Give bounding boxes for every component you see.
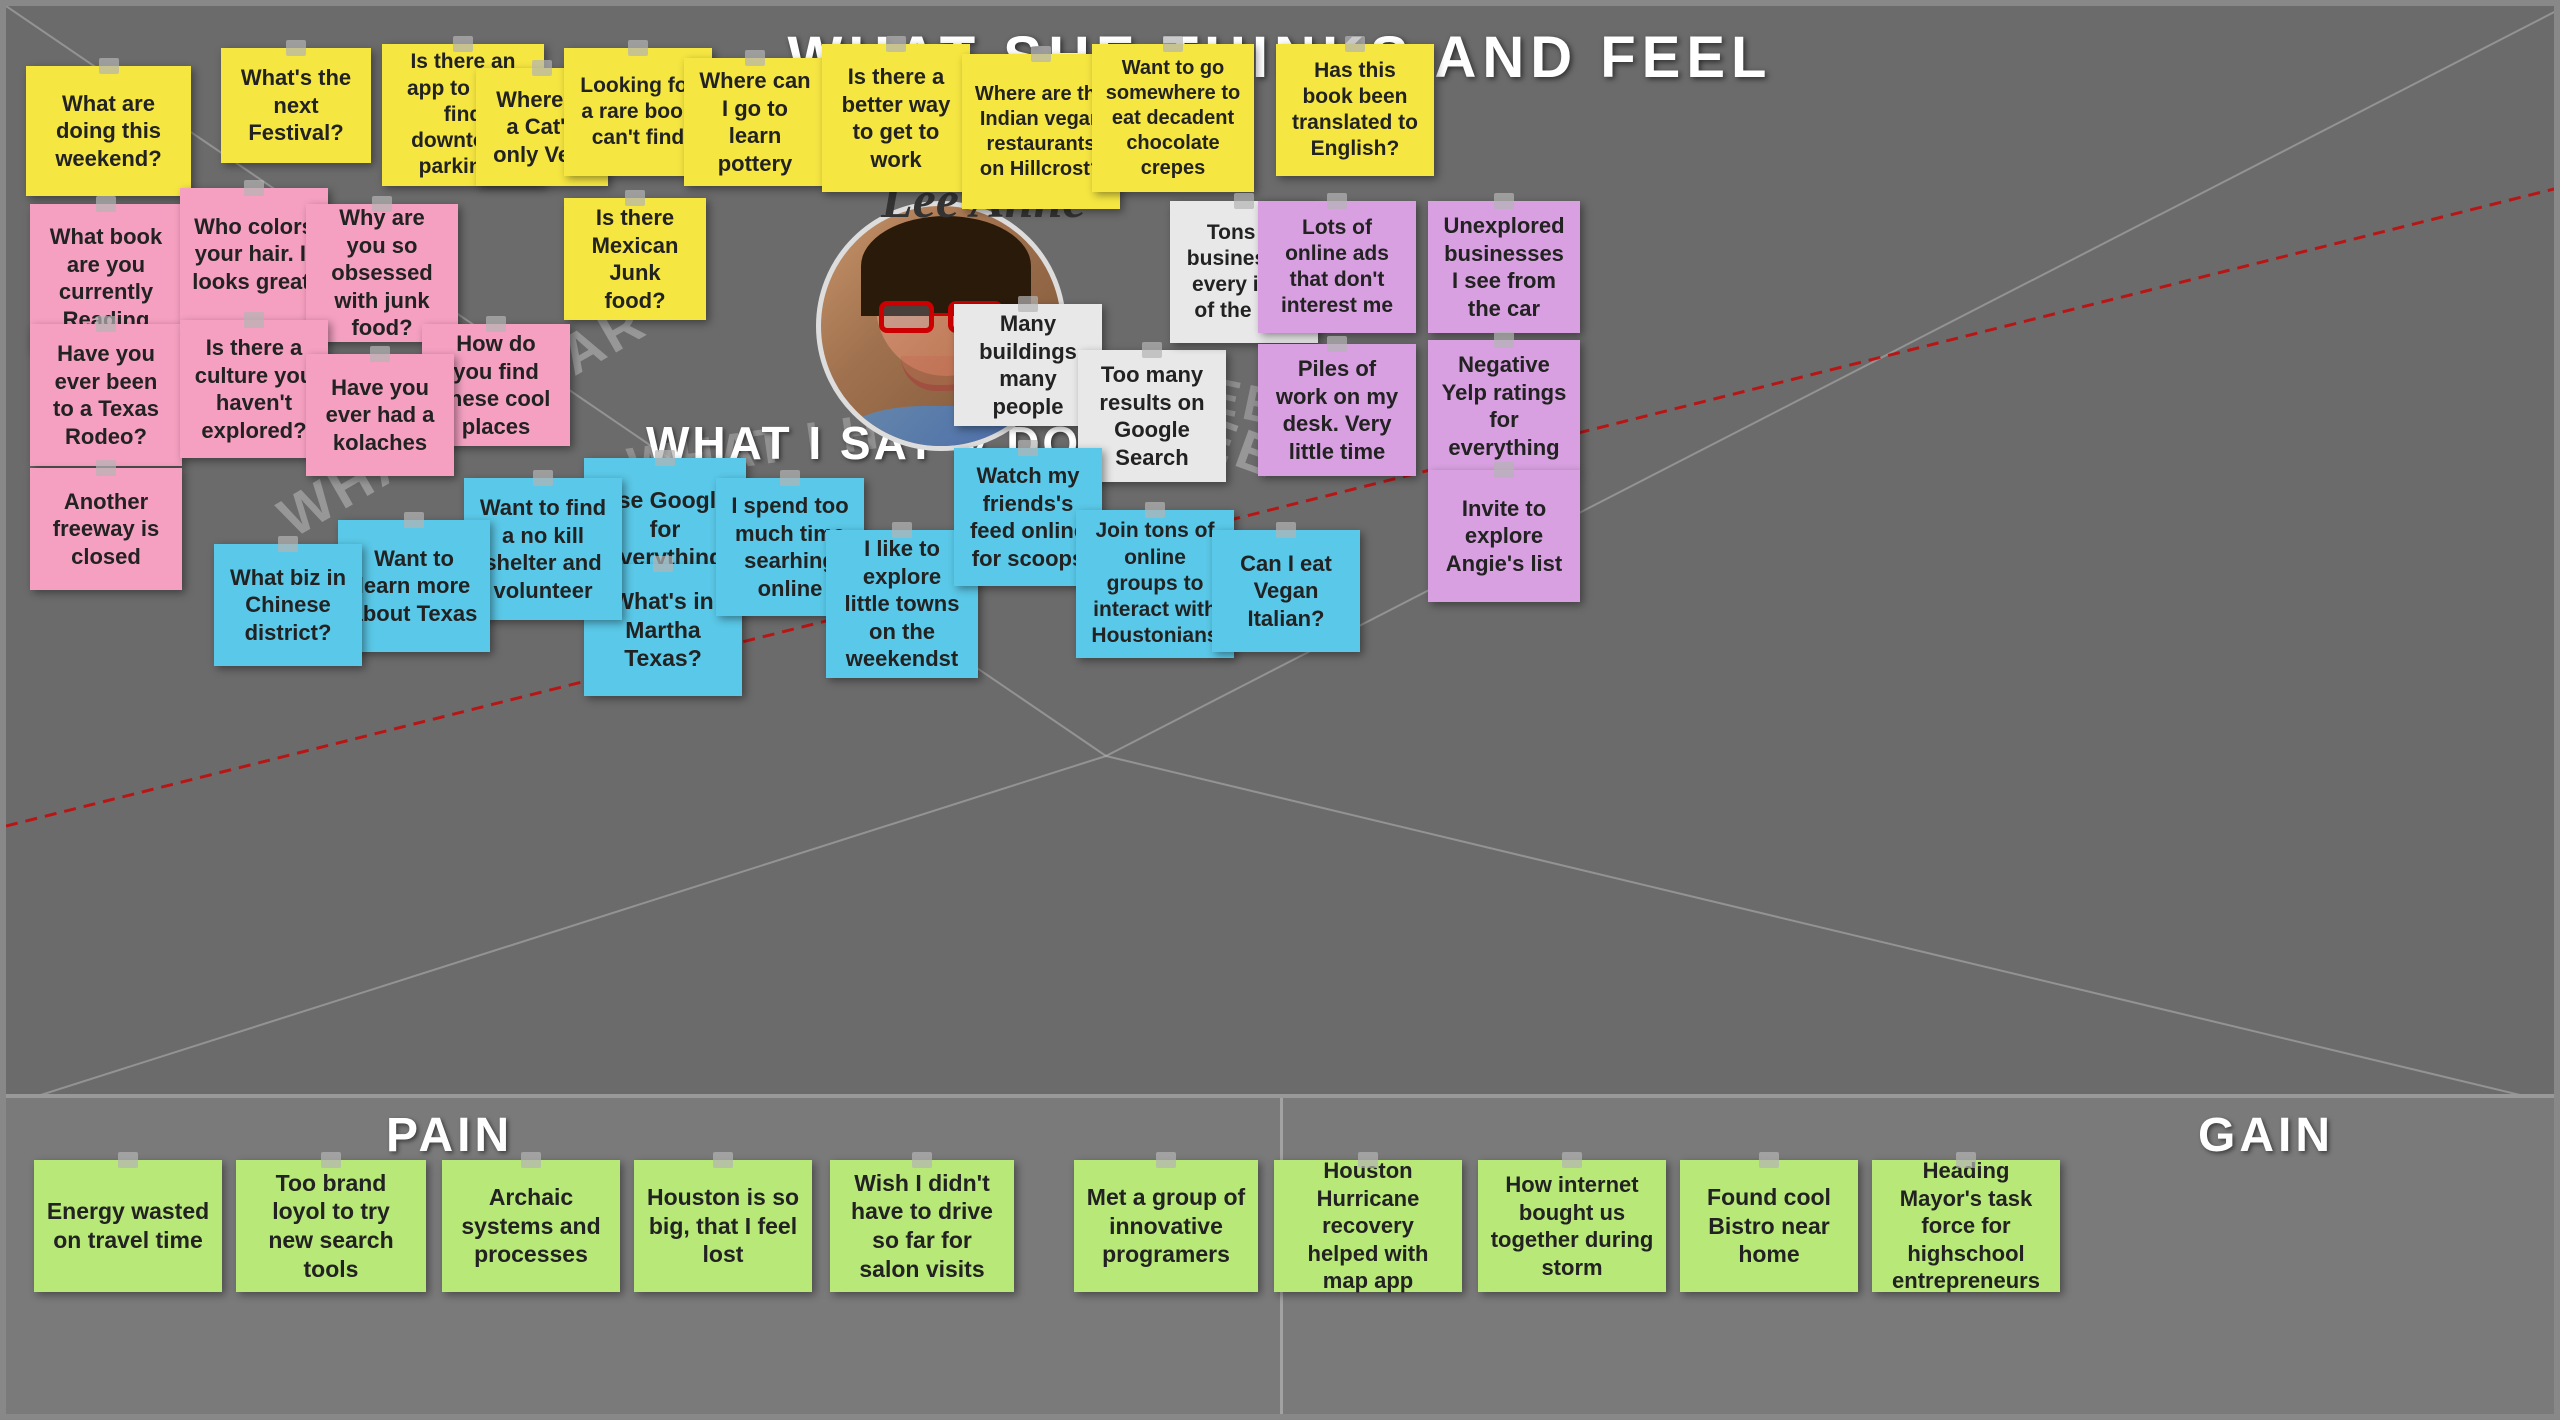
sticky-p7: Have you ever had a kolaches	[306, 354, 454, 476]
pain-label: PAIN	[386, 1108, 513, 1163]
sticky-pu1: Lots of online ads that don't interest m…	[1258, 201, 1416, 333]
sticky-p3: Why are you so obsessed with junk food?	[306, 204, 458, 342]
sticky-pu5: Invite to explore Angie's list	[1428, 470, 1580, 602]
sticky-y2: What's the next Festival?	[221, 48, 371, 163]
sticky-p8: Another freeway is closed	[30, 468, 182, 590]
bottom-section: PAIN GAIN Energy wasted on travel time T…	[6, 1094, 2554, 1414]
sticky-y9: Want to go somewhere to eat decadent cho…	[1092, 44, 1254, 192]
sticky-b9: Join tons of online groups to interact w…	[1076, 510, 1234, 658]
sticky-b5: What biz in Chinese district?	[214, 544, 362, 666]
sticky-bp2: Too brand loyol to try new search tools	[236, 1160, 426, 1292]
sticky-y11: Is there Mexican Junk food?	[564, 198, 706, 320]
sticky-b10: Can I eat Vegan Italian?	[1212, 530, 1360, 652]
sticky-bp4: Houston is so big, that I feel lost	[634, 1160, 812, 1292]
sticky-y10: Has this book been translated to English…	[1276, 44, 1434, 176]
sticky-bg1: Met a group of innovative programers	[1074, 1160, 1258, 1292]
empathy-map-board: WHAT SHE THINKS AND FEEL WHAT I HEAR WHA…	[0, 0, 2560, 1420]
sticky-pu4: Negative Yelp ratings for everything	[1428, 340, 1580, 472]
sticky-p4: Have you ever been to a Texas Rodeo?	[30, 324, 182, 466]
sticky-pu3: Piles of work on my desk. Very little ti…	[1258, 344, 1416, 476]
sticky-y7: Is there a better way to get to work	[822, 44, 970, 192]
gain-label: GAIN	[2198, 1108, 2334, 1163]
sticky-y1: What are doing this weekend?	[26, 66, 191, 196]
sticky-bg2: Houston Hurricane recovery helped with m…	[1274, 1160, 1462, 1292]
sticky-bg5: Heading Mayor's task force for highschoo…	[1872, 1160, 2060, 1292]
sticky-pu2: Unexplored businesses I see from the car	[1428, 201, 1580, 333]
sticky-bp5: Wish I didn't have to drive so far for s…	[830, 1160, 1014, 1292]
sticky-bg4: Found cool Bistro near home	[1680, 1160, 1858, 1292]
sticky-y6: Where can I go to learn pottery	[684, 58, 826, 186]
sticky-bp1: Energy wasted on travel time	[34, 1160, 222, 1292]
sticky-bg3: How internet bought us together during s…	[1478, 1160, 1666, 1292]
sticky-bp3: Archaic systems and processes	[442, 1160, 620, 1292]
